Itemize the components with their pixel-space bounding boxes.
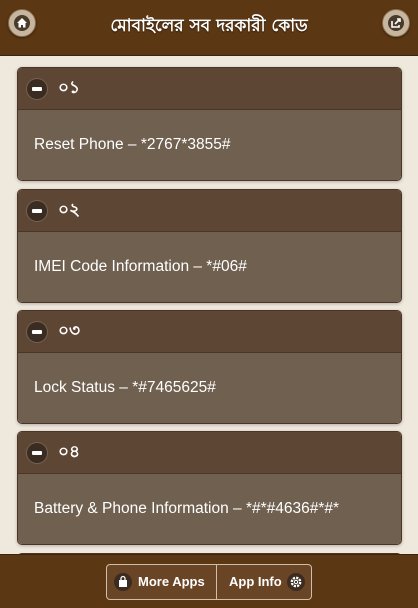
code-card-body: Lock Status – *#7465625# xyxy=(18,353,401,423)
code-text: Lock Status – *#7465625# xyxy=(34,379,216,396)
more-apps-label: More Apps xyxy=(138,574,205,589)
home-button[interactable] xyxy=(8,9,36,37)
code-card[interactable]: ০২ IMEI Code Information – *#06# xyxy=(17,189,402,303)
code-card-header[interactable]: ০৪ xyxy=(18,432,401,474)
shopping-bag-icon xyxy=(114,573,132,591)
share-icon xyxy=(388,15,404,31)
gear-icon xyxy=(287,573,305,591)
app-info-label: App Info xyxy=(229,574,282,589)
app-footer: More Apps App Info xyxy=(0,554,418,608)
code-card-body: IMEI Code Information – *#06# xyxy=(18,232,401,302)
collapse-icon xyxy=(27,443,47,463)
code-number: ০২ xyxy=(58,200,81,220)
collapse-icon xyxy=(27,322,47,342)
code-card-body: Battery & Phone Information – *#*#4636#*… xyxy=(18,474,401,544)
share-button[interactable] xyxy=(382,9,410,37)
footer-navbar: More Apps App Info xyxy=(106,564,312,600)
code-card-body: Reset Phone – *2767*3855# xyxy=(18,110,401,180)
code-card[interactable]: ০১ Reset Phone – *2767*3855# xyxy=(17,67,402,181)
home-icon xyxy=(14,15,30,31)
code-number: ০৩ xyxy=(58,321,81,341)
collapse-icon xyxy=(27,201,47,221)
code-text: Battery & Phone Information – *#*#4636#*… xyxy=(34,500,340,517)
code-number: ০৪ xyxy=(58,442,81,462)
code-text: IMEI Code Information – *#06# xyxy=(34,258,247,275)
code-card-header[interactable]: ০৩ xyxy=(18,311,401,353)
code-card[interactable]: ০৪ Battery & Phone Information – *#*#463… xyxy=(17,431,402,545)
collapse-icon xyxy=(27,79,47,99)
app-header: মোবাইলের সব দরকারী কোড xyxy=(0,0,418,56)
code-number: ০১ xyxy=(58,78,81,98)
more-apps-button[interactable]: More Apps xyxy=(107,565,217,599)
code-card-header[interactable]: ০১ xyxy=(18,68,401,110)
code-card[interactable]: ০৩ Lock Status – *#7465625# xyxy=(17,310,402,424)
code-text: Reset Phone – *2767*3855# xyxy=(34,136,231,153)
page-title: মোবাইলের সব দরকারী কোড xyxy=(110,16,308,36)
app-info-button[interactable]: App Info xyxy=(217,565,311,599)
code-card-header[interactable]: ০২ xyxy=(18,190,401,232)
code-list: ০১ Reset Phone – *2767*3855# ০২ IMEI Cod… xyxy=(0,56,418,554)
